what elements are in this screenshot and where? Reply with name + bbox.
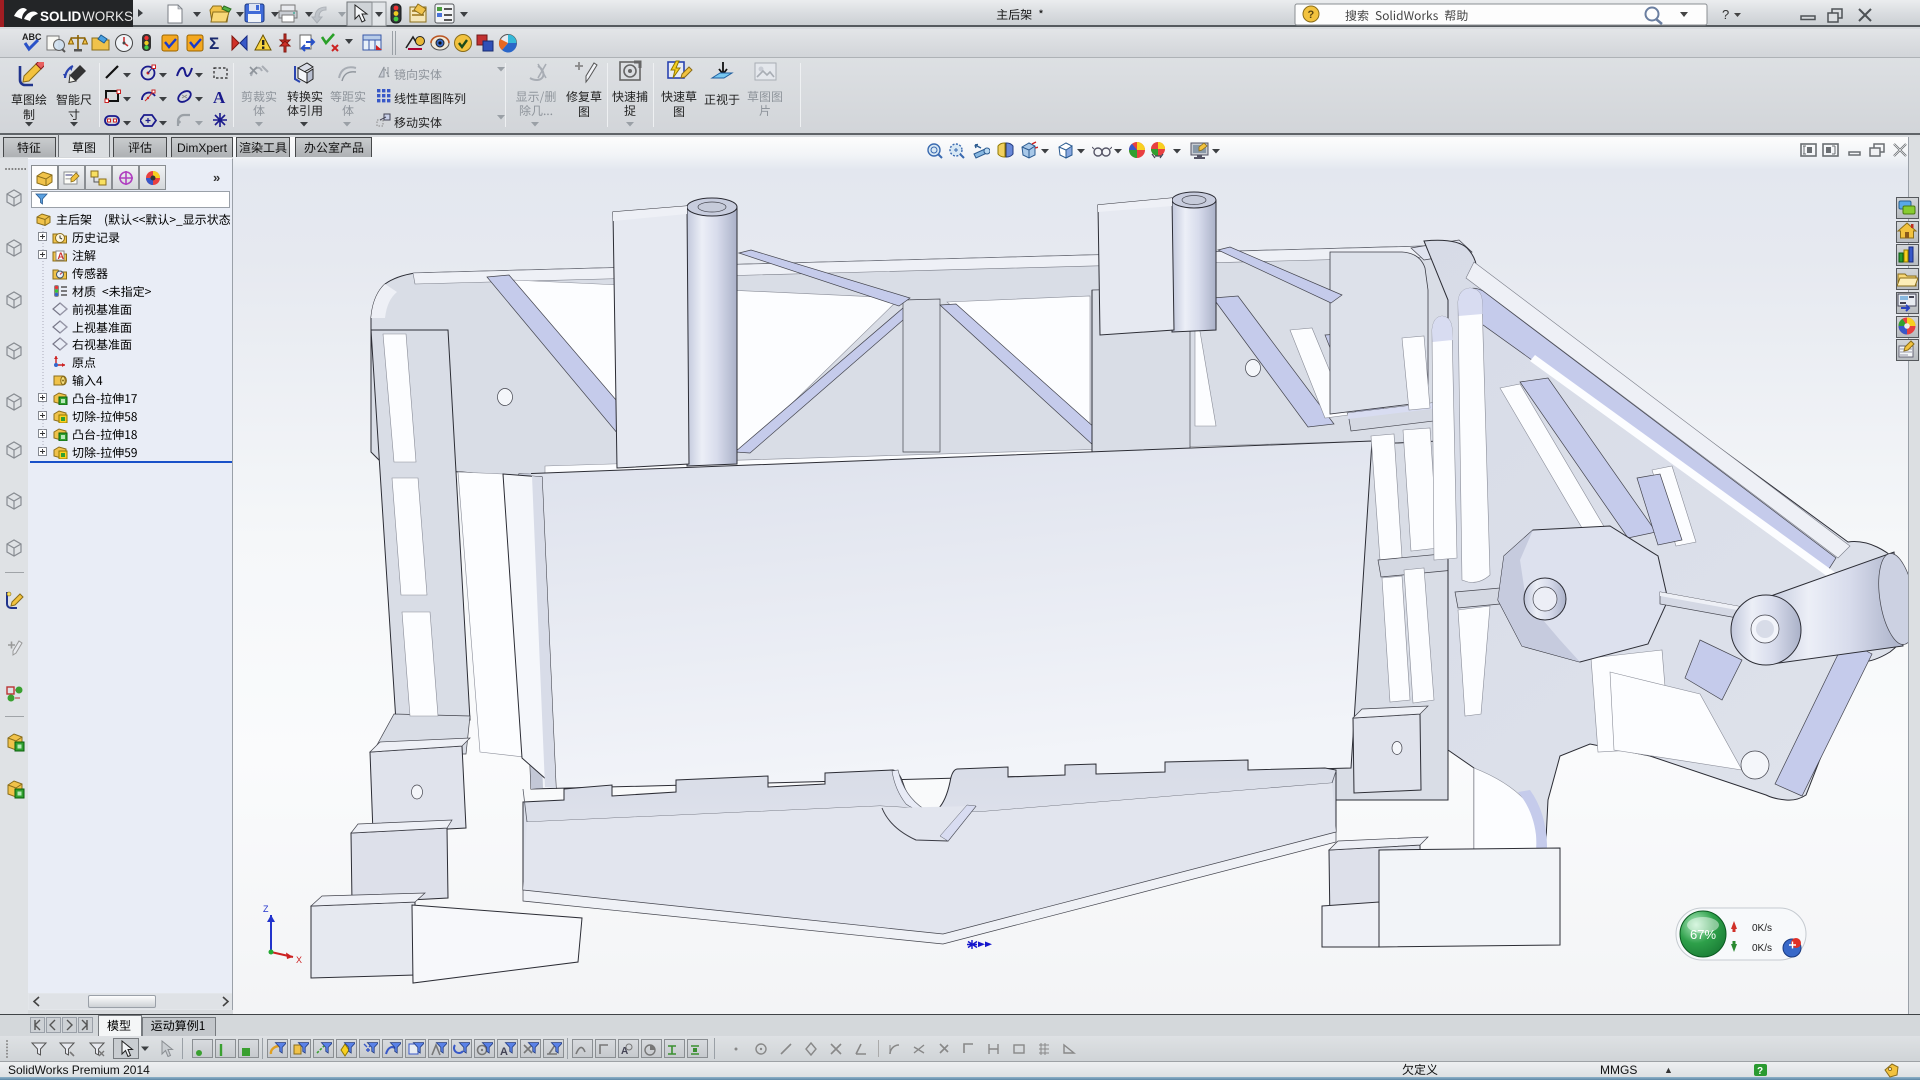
svg-text:67%: 67% [1690, 927, 1716, 942]
svg-text:0K/s: 0K/s [1752, 943, 1772, 954]
svg-text:A: A [500, 1046, 508, 1057]
svg-text:X: X [296, 955, 302, 965]
svg-text:A: A [621, 1046, 628, 1057]
svg-text:Σ: Σ [209, 34, 219, 53]
svg-text:?: ? [1308, 9, 1315, 21]
svg-text:ABC: ABC [22, 32, 42, 42]
svg-text:A: A [58, 251, 65, 261]
svg-text:A: A [213, 88, 226, 105]
svg-text:Z: Z [263, 904, 269, 914]
svg-text:0K/s: 0K/s [1752, 923, 1772, 934]
svg-text:WORKS: WORKS [82, 9, 133, 24]
svg-text:?: ? [1722, 7, 1729, 22]
svg-text:?: ? [1757, 1066, 1763, 1077]
svg-text:SOLID: SOLID [40, 9, 82, 24]
